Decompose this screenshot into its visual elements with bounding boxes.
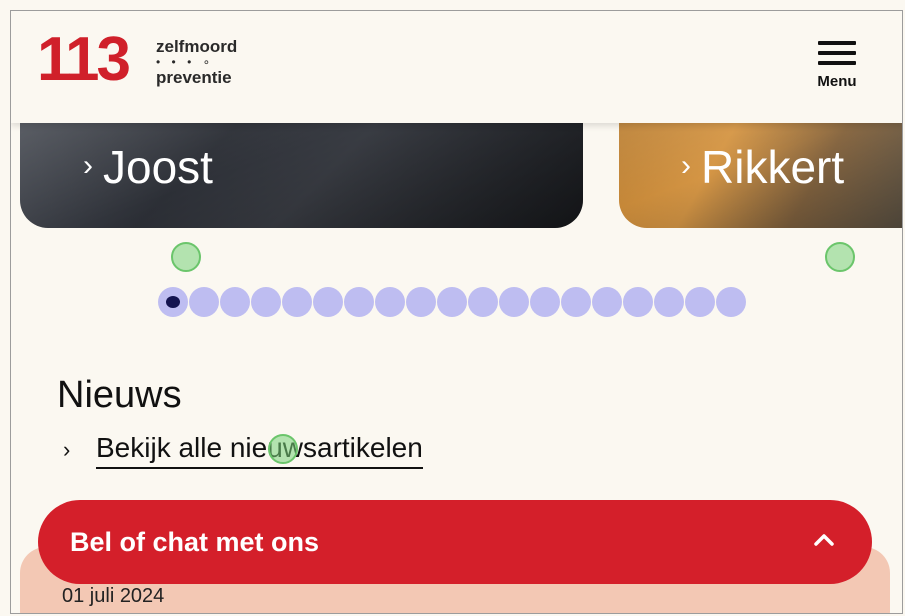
link-touch-target[interactable]	[268, 434, 298, 464]
carousel-prev-button[interactable]	[171, 242, 201, 272]
carousel-next-button[interactable]	[825, 242, 855, 272]
page-frame: 113 zelfmoord • • • ∘ preventie Menu › Jo…	[10, 10, 903, 614]
site-header: 113 zelfmoord • • • ∘ preventie Menu	[11, 11, 902, 123]
carousel-page-dot[interactable]	[468, 287, 498, 317]
call-chat-button[interactable]: Bel of chat met ons	[38, 500, 872, 584]
story-card-label[interactable]: › Joost	[83, 141, 213, 192]
chevron-right-icon: ›	[63, 437, 71, 462]
carousel-page-dot[interactable]	[406, 287, 436, 317]
carousel-page-dot[interactable]	[251, 287, 281, 317]
chevron-right-icon: ›	[681, 149, 691, 182]
menu-button[interactable]: Menu	[806, 37, 868, 95]
carousel-page-dot[interactable]	[220, 287, 250, 317]
chevron-right-icon: ›	[83, 149, 93, 182]
carousel-page-dot[interactable]	[499, 287, 529, 317]
all-news-link[interactable]: Bekijk alle nieuwsartikelen	[96, 431, 423, 469]
carousel-page-dot[interactable]	[344, 287, 374, 317]
carousel-page-dot[interactable]	[437, 287, 467, 317]
logo-dots: • • • ∘	[156, 55, 215, 69]
call-chat-label: Bel of chat met ons	[70, 527, 320, 557]
carousel-pagination	[158, 287, 746, 319]
menu-label: Menu	[817, 73, 857, 90]
carousel-page-dot[interactable]	[158, 287, 188, 317]
carousel-page-dot[interactable]	[282, 287, 312, 317]
carousel-page-dot[interactable]	[592, 287, 622, 317]
carousel-page-dot[interactable]	[189, 287, 219, 317]
chevron-up-icon	[814, 534, 834, 546]
article-date: 01 juli 2024	[62, 585, 165, 607]
carousel-page-dot[interactable]	[375, 287, 405, 317]
carousel-page-dot[interactable]	[716, 287, 746, 317]
carousel-page-dot[interactable]	[623, 287, 653, 317]
carousel-page-dot[interactable]	[561, 287, 591, 317]
logo-text-top: zelfmoord	[156, 37, 238, 56]
logo-text-bottom: preventie	[156, 68, 232, 87]
carousel-page-dot[interactable]	[313, 287, 343, 317]
carousel-page-dot[interactable]	[654, 287, 684, 317]
logo-number: 113	[37, 25, 131, 94]
carousel-page-dot[interactable]	[530, 287, 560, 317]
story-card-label[interactable]: › Rikkert	[681, 141, 844, 192]
news-heading: Nieuws	[57, 374, 182, 416]
carousel-page-dot[interactable]	[685, 287, 715, 317]
